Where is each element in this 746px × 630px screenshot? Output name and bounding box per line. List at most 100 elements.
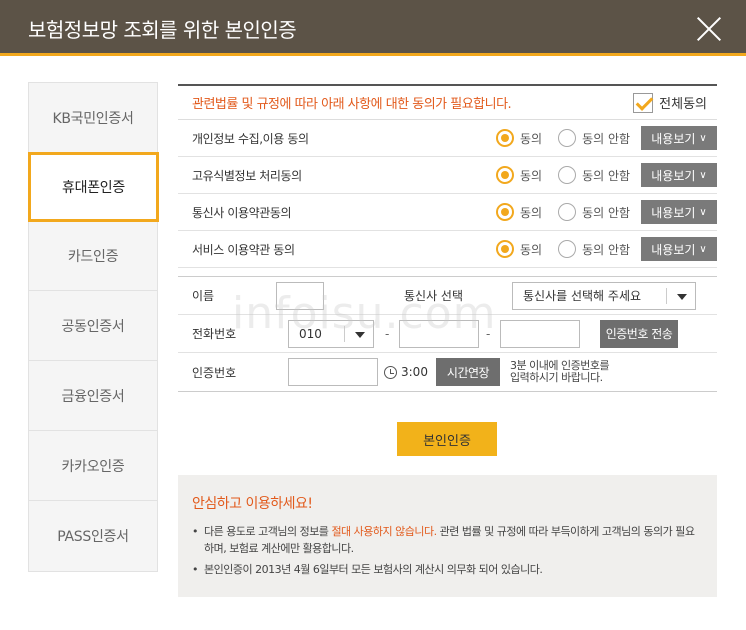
carrier-select[interactable]: 통신사를 선택해 주세요 [512,281,696,310]
radio-label: 동의 안함 [582,205,631,220]
dropdown-arrow-icon [355,331,365,338]
agreement-label: 고유식별정보 처리동의 [192,168,302,183]
radio-dot-icon [496,240,514,258]
phone-middle-input[interactable] [399,319,479,348]
phone-last-input[interactable] [500,319,580,348]
notice-text: 다른 용도로 고객님의 정보를 [204,525,332,538]
verification-form: 이름 통신사 선택 통신사를 선택해 주세요 전화번호 010 - - 인증번호… [178,276,717,392]
disagree-radio[interactable]: 동의 안함 [558,166,630,184]
sidebar-item-label: 금융인증서 [61,388,125,405]
phone-dash: - [385,326,390,341]
sidebar-item-pass[interactable]: PASS인증서 [29,501,157,571]
code-label: 인증번호 [192,365,237,380]
carrier-select-value: 통신사를 선택해 주세요 [523,289,642,303]
agree-radio[interactable]: 동의 [496,203,542,221]
agreement-label: 통신사 이용약관동의 [192,205,292,220]
sidebar-item-kakao[interactable]: 카카오인증 [29,431,157,501]
disagree-radio[interactable]: 동의 안함 [558,203,630,221]
view-content-button[interactable]: 내용보기 ∨ [641,200,717,224]
name-carrier-row: 이름 통신사 선택 통신사를 선택해 주세요 [178,277,717,315]
agreement-notice: 관련법률 및 규정에 따라 아래 사항에 대한 동의가 필요합니다. [192,97,512,112]
notice-item: 다른 용도로 고객님의 정보를 절대 사용하지 않습니다. 관련 법률 및 규정… [192,523,703,557]
agreement-header: 관련법률 및 규정에 따라 아래 사항에 대한 동의가 필요합니다. 전체동의 [178,84,717,120]
sidebar-item-label: 휴대폰인증 [62,180,125,196]
sidebar-item-kb-cert[interactable]: KB국민인증서 [29,83,157,153]
notice-title: 안심하고 이용하세요! [192,496,313,512]
safety-notice: 안심하고 이용하세요! 다른 용도로 고객님의 정보를 절대 사용하지 않습니다… [178,475,717,597]
clock-icon [384,365,397,379]
chevron-down-icon: ∨ [699,206,707,218]
all-agree-label: 전체동의 [659,97,707,112]
select-divider [344,325,345,342]
sidebar-item-card[interactable]: 카드인증 [29,221,157,291]
dialog-title: 보험정보망 조회를 위한 본인인증 [28,18,297,42]
sidebar-item-label: KB국민인증서 [52,110,134,127]
sidebar-item-label: 카카오인증 [61,458,125,475]
radio-label: 동의 안함 [582,168,631,183]
auth-method-sidebar: KB국민인증서 휴대폰인증 카드인증 공동인증서 금융인증서 카카오인증 PAS… [28,82,159,572]
view-content-button[interactable]: 내용보기 ∨ [641,126,717,150]
dropdown-arrow-icon [677,293,687,300]
agree-radio[interactable]: 동의 [496,129,542,147]
countdown-timer: 3:00 [384,365,428,379]
sidebar-item-finance-cert[interactable]: 금융인증서 [29,361,157,431]
code-hint: 3분 이내에 인증번호를 입력하시기 바랍니다. [510,360,610,384]
radio-label: 동의 안함 [582,131,631,146]
radio-dot-icon [558,240,577,258]
agree-radio-group: 동의 동의 안함 [496,240,646,258]
phone-prefix-select[interactable]: 010 [288,319,374,348]
sidebar-item-label: 공동인증서 [61,318,125,335]
name-input[interactable] [276,281,324,310]
agree-radio[interactable]: 동의 [496,240,542,258]
view-button-label: 내용보기 [651,168,696,183]
phone-dash: - [486,326,491,341]
view-button-label: 내용보기 [651,242,696,257]
view-content-button[interactable]: 내용보기 ∨ [641,163,717,187]
code-row: 인증번호 3:00 시간연장 3분 이내에 인증번호를 입력하시기 바랍니다. [178,353,717,391]
code-input[interactable] [288,358,378,386]
sidebar-item-phone[interactable]: 휴대폰인증 [28,152,159,222]
radio-label: 동의 [520,242,543,257]
main-content: 관련법률 및 규정에 따라 아래 사항에 대한 동의가 필요합니다. 전체동의 … [178,84,717,392]
verify-identity-button[interactable]: 본인인증 [397,422,497,456]
checkmark-icon [633,92,654,113]
phone-row: 전화번호 010 - - 인증번호 전송 [178,315,717,353]
agree-radio-group: 동의 동의 안함 [496,129,646,147]
agreement-label: 서비스 이용약관 동의 [192,242,295,257]
agree-radio-group: 동의 동의 안함 [496,166,646,184]
phone-label: 전화번호 [192,327,237,341]
close-icon[interactable] [696,16,722,42]
select-divider [666,287,667,304]
sidebar-item-label: PASS인증서 [57,529,129,545]
agree-radio[interactable]: 동의 [496,166,542,184]
view-content-button[interactable]: 내용보기 ∨ [641,237,717,261]
agreement-row: 서비스 이용약관 동의 동의 동의 안함 내용보기 ∨ [178,231,717,268]
send-code-button[interactable]: 인증번호 전송 [600,319,678,348]
name-label: 이름 [192,289,215,303]
notice-item: 본인인증이 2013년 4월 6일부터 모든 보험사의 계산시 의무화 되어 있… [192,561,703,578]
radio-label: 동의 [520,168,543,183]
sidebar-item-label: 카드인증 [67,248,119,265]
radio-dot-icon [496,203,514,221]
view-button-label: 내용보기 [651,205,696,220]
extend-time-button[interactable]: 시간연장 [436,358,500,386]
radio-dot-icon [558,203,577,221]
disagree-radio[interactable]: 동의 안함 [558,129,630,147]
agreement-row: 통신사 이용약관동의 동의 동의 안함 내용보기 ∨ [178,194,717,231]
chevron-down-icon: ∨ [699,169,707,181]
radio-dot-icon [558,129,577,147]
radio-dot-icon [496,129,514,147]
chevron-down-icon: ∨ [699,132,707,144]
disagree-radio[interactable]: 동의 안함 [558,240,630,258]
agreement-label: 개인정보 수집,이용 동의 [192,131,309,146]
agree-radio-group: 동의 동의 안함 [496,203,646,221]
all-agree-checkbox[interactable]: 전체동의 [633,92,707,113]
radio-dot-icon [558,166,577,184]
carrier-label: 통신사 선택 [404,289,464,303]
sidebar-item-joint-cert[interactable]: 공동인증서 [29,291,157,361]
phone-prefix-value: 010 [299,326,322,341]
radio-label: 동의 [520,205,543,220]
title-bar: 보험정보망 조회를 위한 본인인증 [0,0,746,56]
radio-label: 동의 [520,131,543,146]
radio-dot-icon [496,166,514,184]
